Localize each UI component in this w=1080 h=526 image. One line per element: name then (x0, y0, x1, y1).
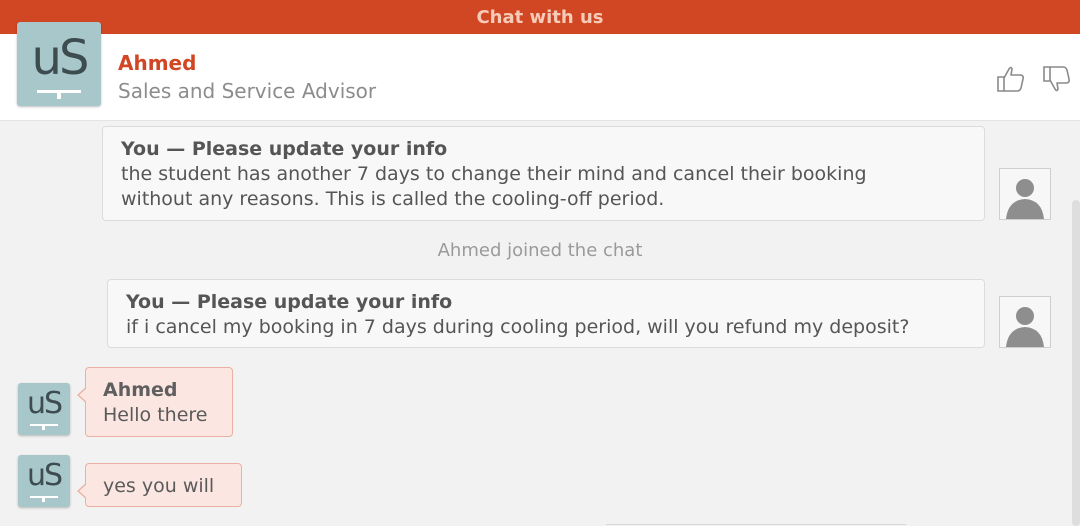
thumbs-down-button[interactable] (1042, 64, 1072, 94)
agent-role: Sales and Service Advisor (118, 79, 377, 103)
logo-tick (57, 90, 61, 99)
thumbs-up-icon (997, 66, 1025, 92)
agent-message: Ahmed Hello there (77, 367, 233, 437)
agent-header: Ahmed Sales and Service Advisor (0, 34, 1080, 121)
logo-text: uS (31, 30, 90, 86)
user-avatar (999, 296, 1051, 348)
agent-message: yes you will (77, 463, 242, 507)
user-message: You — Please update your info if i cance… (107, 279, 985, 348)
chat-scrollbar[interactable] (1072, 200, 1080, 526)
message-sender: You — Please update your info (121, 138, 448, 160)
message-text-line: the student has another 7 days to change… (121, 163, 867, 185)
logo-tick (42, 424, 45, 430)
thumbs-down-icon (1043, 66, 1071, 92)
message-text: if i cancel my booking in 7 days during … (126, 316, 910, 338)
user-avatar (999, 168, 1051, 220)
message-text: yes you will (103, 475, 215, 497)
user-message: You — Please update your info the studen… (102, 126, 985, 221)
agent-name: Ahmed (118, 51, 197, 75)
logo-text: uS (26, 458, 63, 493)
thumbs-up-button[interactable] (996, 64, 1026, 94)
user-silhouette-icon (1006, 179, 1044, 219)
system-message: Ahmed joined the chat (437, 240, 643, 261)
agent-avatar: uS (18, 455, 70, 507)
message-sender: Ahmed (103, 379, 178, 401)
chat-window-title[interactable]: Chat with us (0, 0, 1080, 34)
message-sender: You — Please update your info (126, 291, 453, 313)
user-silhouette-icon (1006, 307, 1044, 347)
message-text-line: without any reasons. This is called the … (121, 188, 665, 210)
agent-avatar: uS (18, 383, 70, 435)
message-text: Hello there (103, 404, 208, 426)
input-area-edge (606, 524, 906, 525)
logo-tick (42, 496, 45, 502)
logo-text: uS (26, 386, 63, 421)
agent-logo: uS (17, 22, 101, 106)
